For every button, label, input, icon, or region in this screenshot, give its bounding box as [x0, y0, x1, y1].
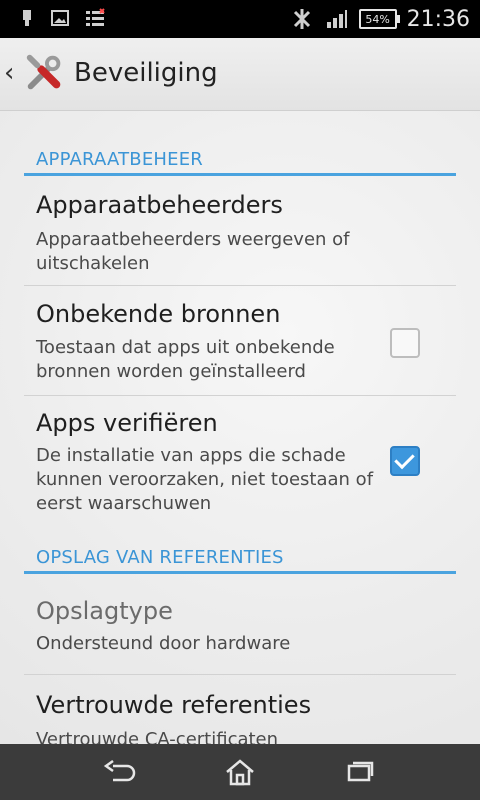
setting-summary: De installatie van apps die schade kunne… [36, 445, 374, 514]
setting-summary: Ondersteund door hardware [36, 633, 291, 654]
clock: 21:36 [406, 6, 470, 32]
system-icons: 54% 21:36 [289, 0, 470, 38]
no-signal-icon [293, 9, 310, 29]
home-icon[interactable] [222, 756, 258, 788]
task-list-icon [86, 8, 105, 26]
setting-device-administrators[interactable]: Apparaatbeheerders Apparaatbeheerders we… [24, 179, 456, 286]
setting-storage-type: Opslagtype Ondersteund door hardware [24, 579, 456, 675]
section-title: OPSLAG VAN REFERENTIES [36, 547, 284, 568]
settings-list: APPARAATBEHEER Apparaatbeheerders Appara… [0, 111, 480, 744]
back-icon[interactable] [102, 756, 138, 788]
setting-summary: Vertrouwde CA-certificaten weergeven [36, 729, 279, 744]
battery-indicator: 54% [358, 9, 400, 29]
setting-title: Vertrouwde referenties [36, 691, 312, 719]
tools-icon[interactable] [22, 50, 68, 96]
setting-title: Apparaatbeheerders [36, 191, 283, 219]
unknown-sources-checkbox[interactable] [390, 328, 420, 358]
setting-title: Apps verifiëren [36, 409, 218, 437]
verify-apps-checkbox[interactable] [390, 446, 420, 476]
chevron-left-icon[interactable]: ‹ [4, 58, 14, 88]
navigation-bar [0, 744, 480, 800]
section-header-device-admin: APPARAATBEHEER [24, 139, 456, 176]
setting-verify-apps[interactable]: Apps verifiëren De installatie van apps … [24, 396, 456, 526]
setting-unknown-sources[interactable]: Onbekende bronnen Toestaan dat apps uit … [24, 286, 456, 396]
setting-summary: Toestaan dat apps uit onbekende bronnen … [36, 337, 335, 382]
recents-icon[interactable] [342, 756, 378, 788]
status-bar: 54% 21:36 [0, 0, 480, 38]
notification-icons [18, 8, 106, 28]
image-icon [51, 10, 69, 26]
setting-trusted-credentials[interactable]: Vertrouwde referenties Vertrouwde CA-cer… [24, 675, 456, 744]
cell-signal-icon [326, 10, 347, 28]
setting-title: Onbekende bronnen [36, 300, 281, 328]
page-title: Beveiliging [74, 58, 218, 88]
section-title: APPARAATBEHEER [36, 149, 203, 170]
section-header-credential-storage: OPSLAG VAN REFERENTIES [24, 537, 456, 574]
action-bar: ‹ Beveiliging [0, 38, 480, 111]
setting-summary: Apparaatbeheerders weergeven of uitschak… [36, 229, 350, 274]
battery-percent: 54% [365, 12, 390, 26]
usb-icon [23, 10, 31, 26]
setting-title: Opslagtype [36, 597, 173, 625]
